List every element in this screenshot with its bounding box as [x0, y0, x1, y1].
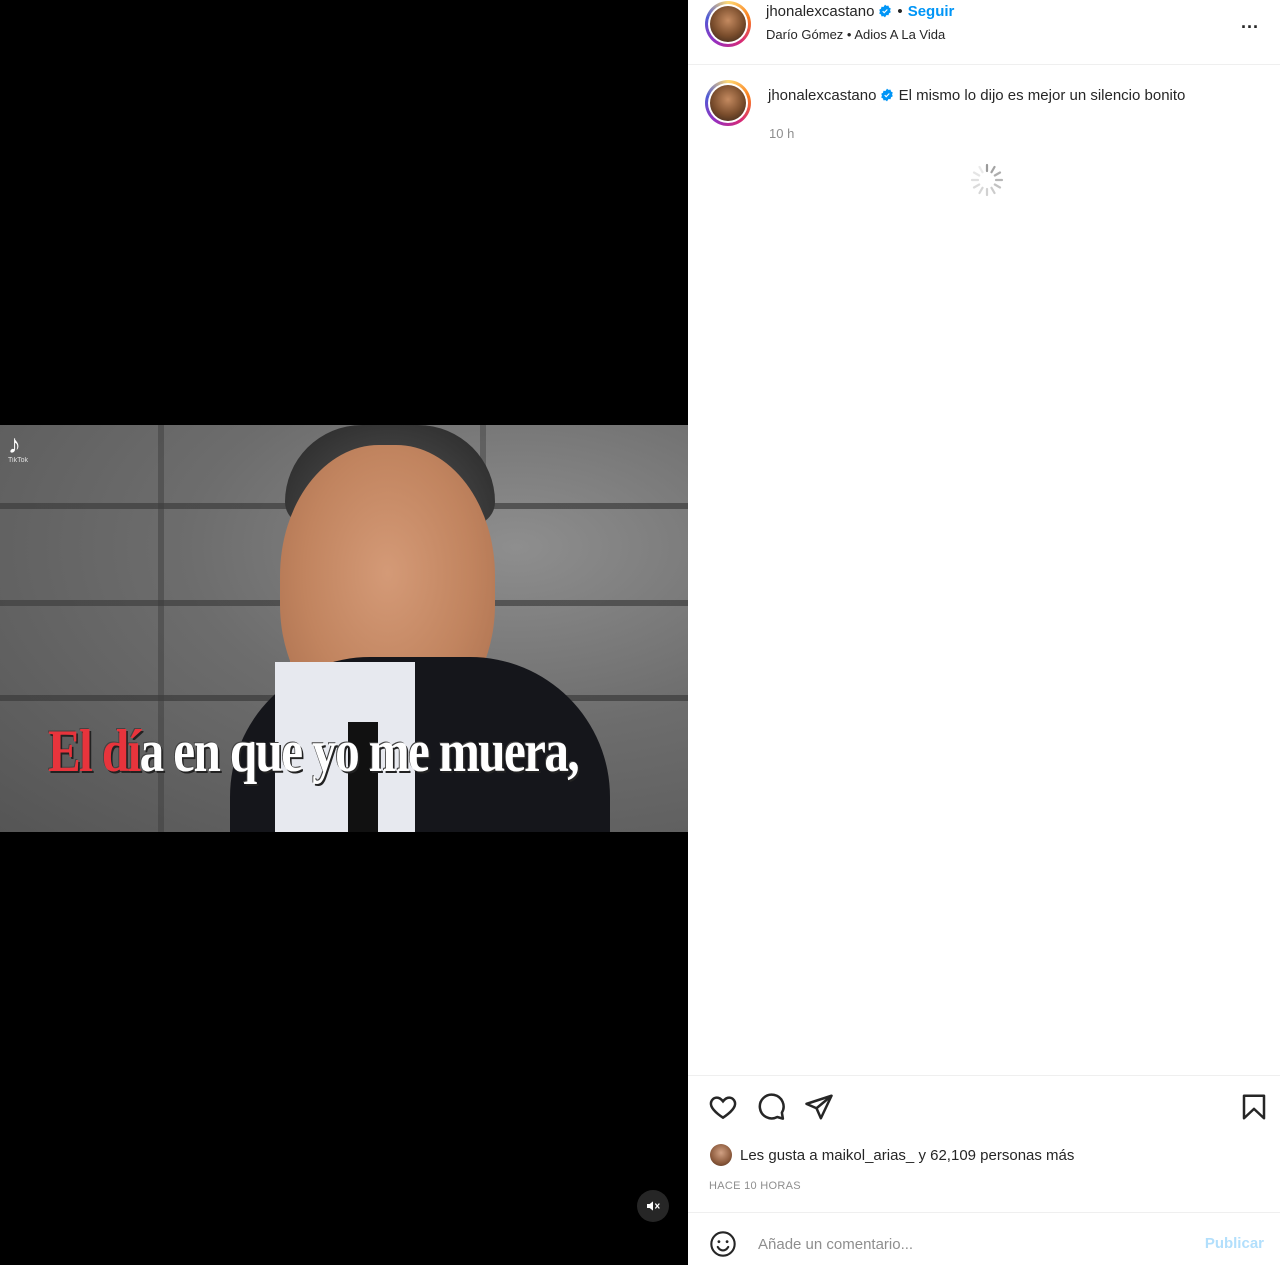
add-comment-bar: Publicar — [688, 1212, 1280, 1266]
mute-toggle-button[interactable] — [637, 1190, 669, 1222]
verified-badge-icon — [881, 88, 894, 102]
heart-icon[interactable] — [708, 1092, 738, 1122]
tiktok-watermark: ♪ TikTok — [8, 431, 68, 483]
post-actions: Les gusta a maikol_arias_ y 62,109 perso… — [688, 1075, 1280, 1213]
likes-count-link[interactable]: y 62,109 personas más — [918, 1147, 1074, 1164]
muted-speaker-icon — [647, 1201, 660, 1211]
paper-plane-icon[interactable] — [804, 1092, 834, 1122]
verified-badge-icon — [879, 4, 892, 18]
post-media[interactable]: ♪ TikTok El día en que yo me muera, — [0, 0, 688, 1265]
avatar-image — [710, 85, 746, 121]
post-details-panel: jhonalexcastano • Seguir Darío Gómez • Adi… — [688, 0, 1280, 1265]
avatar-border — [708, 4, 748, 44]
audio-track-link[interactable]: Darío Gómez • Adios A La Vida — [766, 27, 945, 42]
header-author-line: jhonalexcastano • Seguir — [766, 3, 954, 20]
caption-timestamp[interactable]: 10 h — [769, 126, 794, 141]
tiktok-logo-icon: ♪ — [8, 429, 21, 459]
caption-author-username[interactable]: jhonalexcastano — [768, 87, 876, 104]
post-time-ago[interactable]: HACE 10 HORAS — [709, 1180, 801, 1192]
follow-button[interactable]: Seguir — [908, 3, 955, 20]
liker-username-link[interactable]: maikol_arias_ — [822, 1147, 915, 1164]
instagram-post-view: ♪ TikTok El día en que yo me muera, jhon… — [0, 0, 1280, 1265]
more-options-icon[interactable]: ... — [1238, 10, 1262, 34]
caption-text: El mismo lo dijo es mejor un silencio bo… — [898, 87, 1186, 104]
likes-prefix: Les gusta a — [740, 1147, 818, 1164]
video-caption-highlight: El dí — [48, 718, 141, 784]
comment-input[interactable] — [756, 1227, 1180, 1261]
comment-bubble-icon[interactable] — [756, 1092, 786, 1122]
emoji-smile-icon[interactable] — [709, 1230, 737, 1258]
avatar-image — [710, 6, 746, 42]
author-username-link[interactable]: jhonalexcastano — [766, 3, 874, 20]
video-caption-rest: a en que yo me muera, — [139, 718, 580, 784]
author-avatar[interactable] — [705, 1, 751, 47]
caption-text-line: jhonalexcastano El mismo lo dijo es mejo… — [768, 87, 1185, 104]
bookmark-icon[interactable] — [1239, 1092, 1269, 1122]
video-caption-overlay: El día en que yo me muera, — [48, 717, 580, 786]
tiktok-watermark-label: TikTok — [8, 457, 28, 464]
liker-avatar[interactable] — [710, 1144, 732, 1166]
caption-author-avatar[interactable] — [705, 80, 751, 126]
publish-button[interactable]: Publicar — [1205, 1235, 1264, 1252]
loading-spinner-icon — [970, 163, 1004, 197]
likes-summary: Les gusta a maikol_arias_ y 62,109 perso… — [710, 1144, 1074, 1166]
avatar-border — [708, 83, 748, 123]
video-player[interactable]: ♪ TikTok El día en que yo me muera, — [0, 425, 688, 832]
post-header: jhonalexcastano • Seguir Darío Gómez • Adi… — [688, 0, 1280, 65]
header-separator: • — [897, 3, 903, 20]
